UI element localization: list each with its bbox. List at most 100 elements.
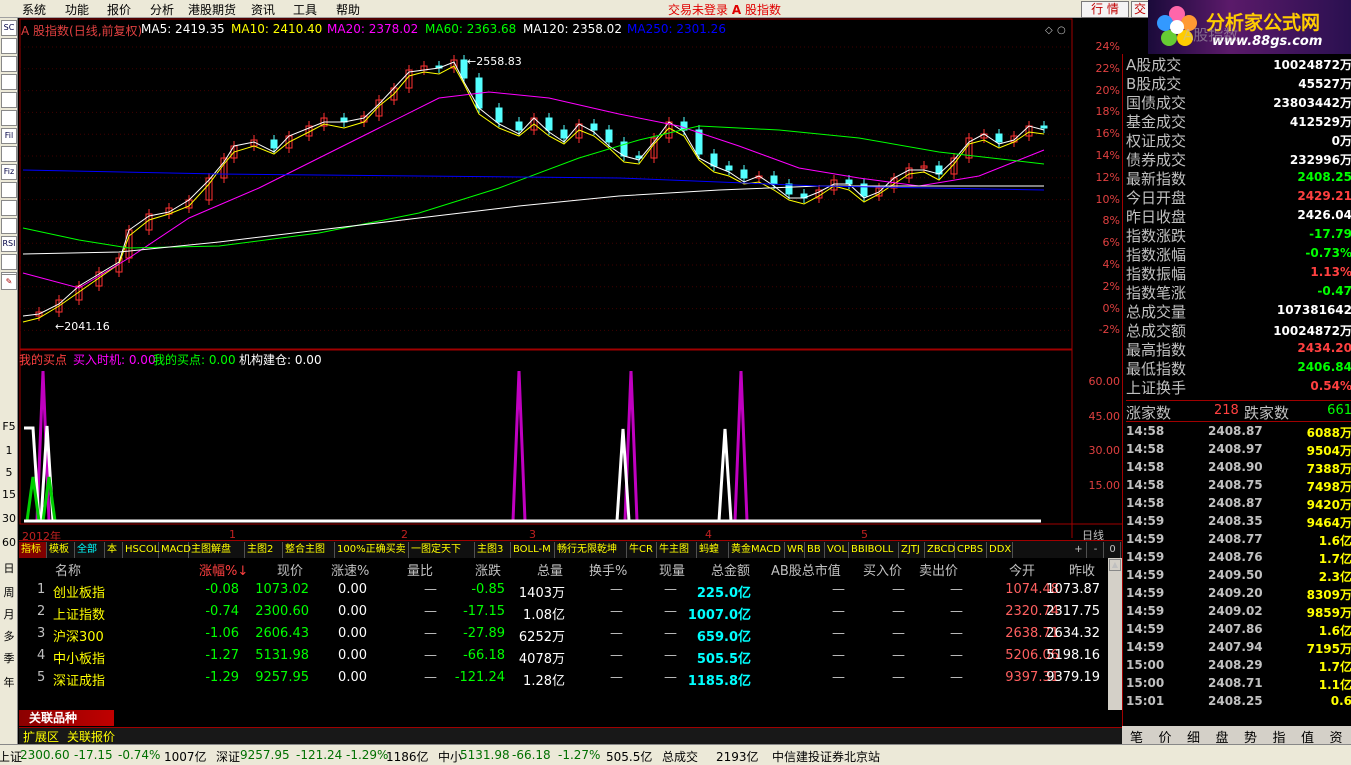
column-header[interactable]: 涨跌 <box>475 560 501 579</box>
list-icon[interactable] <box>1 38 17 54</box>
period-year[interactable]: 年 <box>1 674 17 690</box>
scroll-up-icon[interactable]: ▲ <box>1109 559 1121 571</box>
candle-icon[interactable] <box>1 74 17 90</box>
period-30min[interactable]: 30 <box>1 512 17 525</box>
tab-9[interactable]: 100%正确买卖 <box>335 542 409 558</box>
tab-20[interactable]: VOL <box>825 542 849 558</box>
menu-system[interactable]: 系统 <box>22 1 46 18</box>
stock-name[interactable]: 深证成指 <box>53 670 105 689</box>
buy-time-spike <box>511 370 527 522</box>
tab-0[interactable]: 指标 <box>19 542 47 558</box>
tab-11[interactable]: 主图3 <box>475 542 511 558</box>
column-header[interactable]: 买入价 <box>863 560 902 579</box>
period-multi[interactable]: 多 <box>1 628 17 644</box>
column-header[interactable]: 卖出价 <box>919 560 958 579</box>
tab-25[interactable]: DDX <box>987 542 1013 558</box>
period-day[interactable]: 日 <box>1 560 17 576</box>
menu-quote[interactable]: 报价 <box>107 1 131 18</box>
candle-body <box>785 183 793 195</box>
stock-name[interactable]: 创业板指 <box>53 582 105 601</box>
box-icon[interactable] <box>1 218 17 234</box>
period-1min[interactable]: 1 <box>1 444 17 457</box>
tab-related-quote[interactable]: 关联报价 <box>67 728 115 745</box>
tab-extended[interactable]: 扩展区 <box>23 728 59 745</box>
quote-button[interactable]: 行 情 <box>1081 1 1129 18</box>
period-month[interactable]: 月 <box>1 606 17 622</box>
tick-time: 14:58 <box>1126 442 1165 456</box>
menu-hk-futures[interactable]: 港股期货 <box>188 1 236 18</box>
stock-name[interactable]: 上证指数 <box>53 604 105 623</box>
wave-icon[interactable] <box>1 254 17 270</box>
rsi-icon[interactable]: RSI <box>1 236 17 252</box>
tab-3[interactable]: 本 <box>105 542 123 558</box>
tab-22[interactable]: ZJTJ <box>899 542 925 558</box>
tick-time: 14:59 <box>1126 568 1165 582</box>
tab-16[interactable]: 蚂蝗 <box>697 542 729 558</box>
sc-icon[interactable]: SC <box>1 20 17 36</box>
indicator-name[interactable]: 我的买点 <box>19 351 67 368</box>
tab-15[interactable]: 牛主图 <box>657 542 697 558</box>
menu-help[interactable]: 帮助 <box>336 1 360 18</box>
tab-18[interactable]: WR <box>785 542 805 558</box>
menu-tools[interactable]: 工具 <box>293 1 317 18</box>
tab-6[interactable]: 主图解盘 <box>189 542 245 558</box>
table-scrollbar[interactable]: ▲ ▼ <box>1108 558 1122 726</box>
column-header[interactable]: 现价 <box>277 560 303 579</box>
column-header[interactable]: 换手% <box>589 560 627 579</box>
column-header[interactable]: AB股总市值 <box>771 560 841 579</box>
column-header[interactable]: 昨收 <box>1069 560 1095 579</box>
tab-19[interactable]: BB <box>805 542 825 558</box>
tab-7[interactable]: 主图2 <box>245 542 283 558</box>
column-header[interactable]: 涨速% <box>331 560 369 579</box>
tab-2[interactable]: 全部 <box>75 542 105 558</box>
fiz-icon[interactable]: Fiz <box>1 164 17 180</box>
fil-icon[interactable] <box>1 110 17 126</box>
layout-icon[interactable] <box>1 182 17 198</box>
grid-icon[interactable]: Fil <box>1 128 17 144</box>
tab-8[interactable]: 整合主图 <box>283 542 335 558</box>
period-week[interactable]: 周 <box>1 584 17 600</box>
tab-control-1[interactable]: - <box>1088 542 1104 558</box>
tab-10[interactable]: 一图定天下 <box>409 542 475 558</box>
window-icon[interactable] <box>1 146 17 162</box>
column-header[interactable]: 名称 <box>55 560 81 579</box>
stock-name[interactable]: 沪深300 <box>53 626 104 645</box>
tab-21[interactable]: BBIBOLL <box>849 542 899 558</box>
column-header[interactable]: 量比 <box>407 560 433 579</box>
tab-24[interactable]: CPBS <box>955 542 987 558</box>
period-quarter[interactable]: 季 <box>1 650 17 666</box>
column-header[interactable]: 总量 <box>537 560 563 579</box>
table-icon[interactable] <box>1 92 17 108</box>
column-header[interactable]: 涨幅%↓ <box>199 560 248 579</box>
tab-14[interactable]: 牛CR <box>627 542 657 558</box>
f5-button[interactable]: F5 <box>1 420 17 433</box>
column-header[interactable]: 总金额 <box>711 560 750 579</box>
diamond-icon[interactable]: ◇ <box>1045 25 1053 36</box>
kline-chart[interactable]: ←2558.83 ←2041.16 ◇ ○ A 股指数(日线,前复权) MA5: 24… <box>19 18 1122 543</box>
tab-control-0[interactable]: + <box>1071 542 1087 558</box>
pencil-icon[interactable]: ✎ <box>1 274 17 290</box>
chart-icon[interactable] <box>1 56 17 72</box>
period-60min[interactable]: 60 <box>1 536 17 549</box>
tab-control-2[interactable]: 0 <box>1105 542 1121 558</box>
period-5min[interactable]: 5 <box>1 466 17 479</box>
column-header[interactable]: 今开 <box>1009 560 1035 579</box>
menu-analysis[interactable]: 分析 <box>150 1 174 18</box>
tab-12[interactable]: BOLL-M <box>511 542 555 558</box>
trade-button[interactable]: 交 <box>1131 1 1149 18</box>
chart-canvas: ←2558.83 ←2041.16 ◇ ○ <box>19 18 1122 538</box>
tab-13[interactable]: 畅行无限乾坤 <box>555 542 627 558</box>
stock-name[interactable]: 中小板指 <box>53 648 105 667</box>
column-header[interactable]: 现量 <box>659 560 685 579</box>
tab-4[interactable]: HSCOL <box>123 542 159 558</box>
tab-5[interactable]: MACD <box>159 542 191 558</box>
tab-23[interactable]: ZBCD <box>925 542 955 558</box>
tab-1[interactable]: 模板 <box>47 542 75 558</box>
menu-function[interactable]: 功能 <box>65 1 89 18</box>
dot-icon[interactable]: ○ <box>1057 25 1066 36</box>
period-15min[interactable]: 15 <box>1 488 17 501</box>
menu-news[interactable]: 资讯 <box>251 1 275 18</box>
tab-17[interactable]: 黄金MACD <box>729 542 785 558</box>
zoom-icon[interactable] <box>1 200 17 216</box>
info-value: 232996万 <box>1289 153 1351 167</box>
